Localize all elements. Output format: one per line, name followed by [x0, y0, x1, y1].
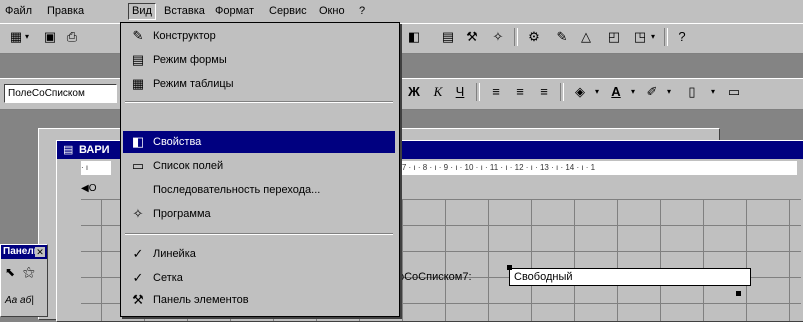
code-icon: ✧	[132, 206, 144, 221]
section-header: ◀О	[81, 181, 121, 197]
align-right-icon[interactable]: ≡	[534, 82, 554, 102]
help-icon[interactable]: ?	[672, 27, 692, 47]
select-objects-icon[interactable]: ⬉	[5, 265, 15, 279]
font-color-icon[interactable]: A	[606, 82, 626, 102]
field-list-icon: ▭	[131, 158, 145, 173]
align-center-icon[interactable]: ≡	[510, 82, 530, 102]
control-wizards-icon[interactable]: ⚝	[23, 265, 35, 280]
menu-format[interactable]: Формат	[212, 4, 257, 19]
underline-button[interactable]: Ч	[450, 82, 470, 102]
code-icon[interactable]: ✧	[488, 27, 508, 47]
menu-help[interactable]: ?	[356, 4, 368, 19]
selection-handle[interactable]	[507, 265, 512, 270]
object-combo[interactable]: ПолеСоСписком	[4, 84, 117, 103]
menu-insert[interactable]: Вставка	[161, 4, 208, 19]
autoformat-icon[interactable]: ✎	[552, 27, 572, 47]
align-left-icon[interactable]: ≡	[486, 82, 506, 102]
close-icon[interactable]: ✕	[35, 247, 45, 257]
check-icon: ✓	[132, 246, 144, 261]
menu-item-ruler[interactable]: ✓ Линейка	[123, 243, 395, 265]
menu-item-properties[interactable]: ◧ Свойства	[123, 131, 395, 153]
menu-edit[interactable]: Правка	[44, 4, 87, 19]
line-width-icon[interactable]: ▯	[682, 82, 702, 102]
view-menu-dropdown: ✎ Конструктор ▤ Режим формы ▦ Режим табл…	[120, 22, 400, 317]
menu-item-datasheet-view[interactable]: ▦ Режим таблицы	[123, 73, 395, 95]
special-effect-icon[interactable]: ▭	[724, 82, 744, 102]
field-combo-control[interactable]: Свободный	[509, 268, 751, 286]
chevron-down-icon[interactable]: ▾	[22, 27, 32, 47]
menu-window[interactable]: Окно	[316, 4, 348, 19]
fill-color-icon[interactable]: ◈	[570, 82, 590, 102]
chevron-down-icon[interactable]: ▾	[648, 27, 658, 47]
toolbox-icon[interactable]: ⚙	[524, 27, 544, 47]
database-window-icon[interactable]: ◰	[604, 27, 624, 47]
save-icon[interactable]: ▣	[40, 27, 60, 47]
ruler-left: · ı	[81, 161, 111, 175]
datasheet-view-icon: ▦	[131, 76, 145, 91]
chevron-down-icon[interactable]: ▾	[708, 82, 718, 102]
chevron-down-icon[interactable]: ▾	[628, 82, 638, 102]
menu-tools[interactable]: Сервис	[266, 4, 310, 19]
print-icon[interactable]: ⎙	[62, 27, 82, 47]
form-icon[interactable]: ▤	[438, 27, 458, 47]
field-list-icon[interactable]: △	[576, 27, 596, 47]
field-label[interactable]: оСоСписком7:	[398, 271, 472, 283]
design-view-icon: ✎	[132, 28, 144, 43]
menu-bar: Файл Правка Вид Вставка Формат Сервис Ок…	[0, 0, 803, 24]
chevron-down-icon[interactable]: ▾	[592, 82, 602, 102]
bold-button[interactable]: Ж	[404, 82, 424, 102]
italic-button[interactable]: К	[428, 82, 448, 102]
toolbox-icon: ⚒	[132, 292, 144, 307]
section-label: О	[88, 183, 97, 194]
menu-item-design-view[interactable]: ✎ Конструктор	[123, 25, 395, 47]
properties-icon[interactable]: ◧	[404, 27, 424, 47]
chevron-down-icon[interactable]: ▾	[664, 82, 674, 102]
section-icon: ◀	[81, 183, 89, 194]
toolbox-panel: Панель ✕ ⬉ ⚝ Аа аб|	[0, 244, 48, 317]
new-object-icon[interactable]: ◳	[630, 27, 650, 47]
menu-separator	[125, 233, 393, 235]
line-color-icon[interactable]: ✐	[642, 82, 662, 102]
menu-item-field-list[interactable]: ▭ Список полей	[123, 155, 395, 177]
selection-handle[interactable]	[736, 291, 741, 296]
menu-item-grid[interactable]: ✓ Сетка	[123, 267, 395, 289]
toolbar-separator	[664, 28, 668, 46]
toolbar-separator	[560, 83, 564, 101]
menu-item-tab-order[interactable]: Последовательность перехода...	[123, 179, 395, 201]
toolbar-separator	[476, 83, 480, 101]
build-icon[interactable]: ⚒	[462, 27, 482, 47]
form-view-icon: ▤	[131, 52, 145, 67]
horizontal-ruler: · 7 · ı · 8 · ı · 9 · ı · 10 · ı · 11 · …	[397, 161, 797, 175]
check-icon: ✓	[132, 270, 144, 285]
menu-file[interactable]: Файл	[2, 4, 35, 19]
menu-item-toolbox[interactable]: ⚒ Панель элементов	[123, 289, 395, 311]
menu-item-code[interactable]: ✧ Программа	[123, 203, 395, 225]
menu-separator	[125, 101, 393, 103]
label-tool-row[interactable]: Аа аб|	[5, 295, 34, 306]
properties-icon: ◧	[131, 134, 145, 149]
toolbar-separator	[514, 28, 518, 46]
menu-item-form-view[interactable]: ▤ Режим формы	[123, 49, 395, 71]
form-window-icon: ▤	[63, 144, 74, 156]
menu-view[interactable]: Вид	[128, 3, 156, 20]
